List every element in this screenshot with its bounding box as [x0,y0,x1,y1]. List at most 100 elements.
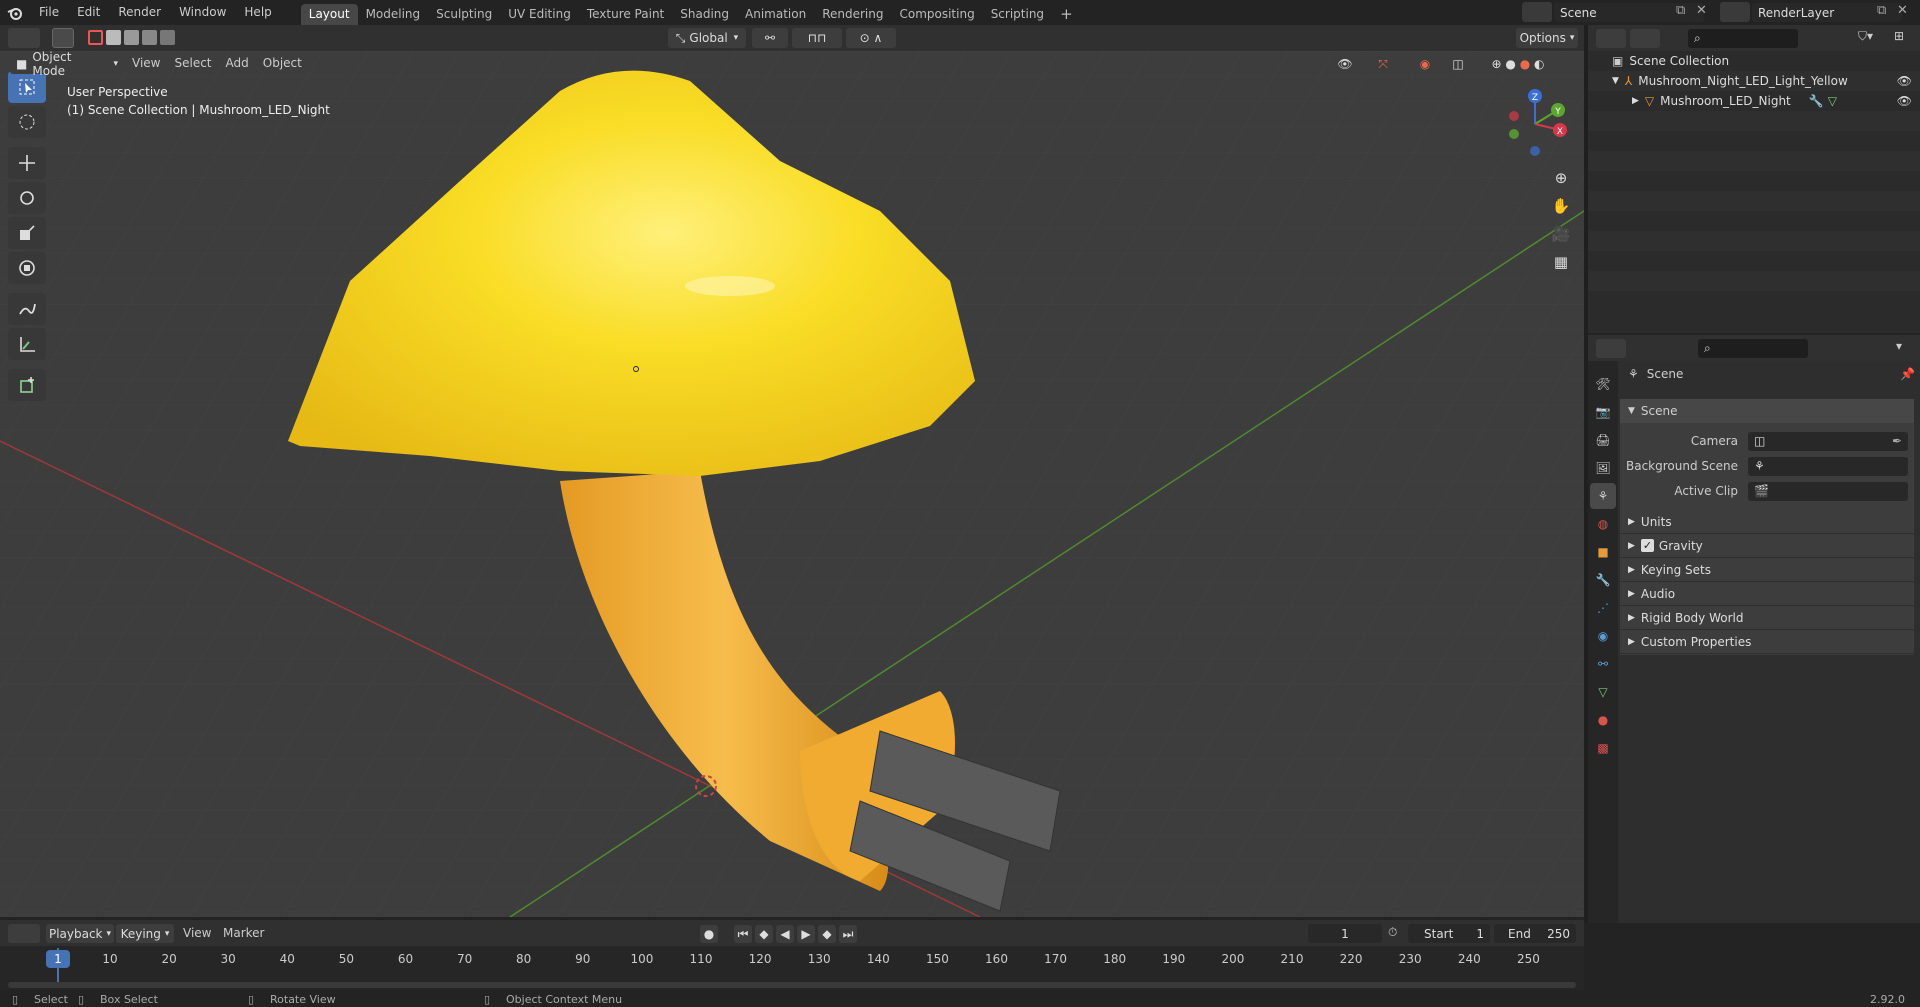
scene-copy-icon[interactable]: ⧉ [1676,3,1685,18]
shading-mode-buttons[interactable]: ⊕ ● ● ◐ [1472,54,1564,74]
menu-add[interactable]: Add [219,56,256,70]
tab-modeling[interactable]: Modeling [358,4,429,25]
play-reverse-icon[interactable]: ◀ [776,925,794,943]
scale-tool-icon[interactable] [8,217,46,249]
gravity-checkbox[interactable]: ✓ [1640,539,1654,552]
pin-icon[interactable]: 📌 [1900,367,1915,381]
menu-file[interactable]: File [30,0,68,25]
next-keyframe-icon[interactable]: ◆ [818,925,836,943]
filter-icon[interactable]: ⛉▾ [1858,29,1873,44]
tab-uv-editing[interactable]: UV Editing [500,4,579,25]
select-extend-icon[interactable] [106,30,121,45]
active-clip-field[interactable]: 🎬 [1748,481,1908,501]
annotate-tool-icon[interactable] [8,293,46,325]
menu-view[interactable]: View [125,56,167,70]
menu-edit[interactable]: Edit [68,0,109,25]
rotate-tool-icon[interactable] [8,182,46,214]
renderlayer-close-icon[interactable]: ✕ [1897,3,1908,18]
gizmo-toggle-icon[interactable]: ⤧ [1364,54,1402,74]
menu-help[interactable]: Help [235,0,280,25]
playback-dropdown[interactable]: Playback ▾ [46,924,114,943]
select-new-icon[interactable] [88,30,103,45]
outliner-row-light-collection[interactable]: ▼ ⅄ Mushroom_Night_LED_Light_Yellow 👁 [1588,71,1920,91]
camera-view-icon[interactable]: 🎥 [1550,225,1572,247]
constraints-tab-icon[interactable]: ⚯ [1590,651,1616,677]
rigid-body-world-subpanel[interactable]: ▶ Rigid Body World [1620,606,1914,630]
timeline-menu-view[interactable]: View [176,926,218,940]
measure-tool-icon[interactable] [8,328,46,360]
scene-type-button[interactable] [1522,2,1552,22]
physics-tab-icon[interactable]: ◉ [1590,623,1616,649]
menu-window[interactable]: Window [170,0,235,25]
transform-orientation-dropdown[interactable]: ⤡ Global ▾ [668,28,746,48]
renderlayer-type-button[interactable] [1720,2,1750,22]
tab-sculpting[interactable]: Sculpting [428,4,500,25]
tab-compositing[interactable]: Compositing [891,4,982,25]
current-frame-field[interactable]: 1 [1308,924,1382,943]
material-shading-icon[interactable]: ● [1520,57,1530,71]
outliner-row-mushroom-led[interactable]: ▶ ▽ Mushroom_LED_Night 🔧 ▽ 👁 [1588,91,1920,111]
world-tab-icon[interactable]: ◍ [1590,511,1616,537]
modifier-tab-icon[interactable]: 🔧 [1590,567,1616,593]
gravity-subpanel[interactable]: ▶ ✓ Gravity [1620,534,1914,558]
select-tool-icon[interactable] [52,28,74,48]
add-workspace-button[interactable]: + [1052,4,1081,25]
snap-button[interactable]: ⊓⊓ [792,28,842,48]
keying-dropdown[interactable]: Keying ▾ [116,924,174,943]
tab-scripting[interactable]: Scripting [983,4,1052,25]
editor-type-button[interactable] [8,28,40,48]
zoom-icon[interactable]: ⊕ [1550,169,1572,191]
wireframe-shading-icon[interactable]: ⊕ [1492,57,1502,71]
solid-shading-icon[interactable]: ● [1505,57,1515,71]
outliner-search-input[interactable]: ⌕ [1688,29,1798,48]
timeline-scrollbar[interactable] [8,982,1576,988]
blender-logo-icon[interactable] [0,6,30,20]
outliner-editor-type-button[interactable] [1596,29,1626,48]
data-tab-icon[interactable]: ▽ [1590,679,1616,705]
tab-layout[interactable]: Layout [300,4,358,25]
visibility-eye-icon[interactable]: 👁 [1897,74,1912,88]
new-collection-icon[interactable]: ⊞ [1894,29,1904,43]
tab-animation[interactable]: Animation [737,4,814,25]
navigation-gizmo[interactable]: Z Y X [1500,86,1570,161]
chevron-down-icon[interactable]: ▾ [1896,339,1902,353]
tool-tab-icon[interactable]: 🛠 [1590,371,1616,397]
add-cube-tool-icon[interactable] [8,369,46,401]
perspective-toggle-icon[interactable]: ▦ [1550,253,1572,275]
renderlayer-copy-icon[interactable]: ⧉ [1877,3,1886,18]
properties-search-input[interactable]: ⌕ [1698,339,1808,358]
properties-editor-type-button[interactable] [1596,339,1626,358]
playhead-frame-label[interactable]: 1 [46,950,70,968]
select-invert-icon[interactable] [142,30,157,45]
expand-arrow-icon[interactable]: ▼ [1612,76,1619,86]
jump-end-icon[interactable]: ⏭ [839,925,857,943]
tab-texture-paint[interactable]: Texture Paint [579,4,672,25]
prev-keyframe-icon[interactable]: ◆ [755,925,773,943]
select-intersect-icon[interactable] [160,30,175,45]
viewport-canvas[interactable] [0,51,1584,917]
pivot-point-button[interactable]: ⚯ [752,28,788,48]
proportional-edit-button[interactable]: ⊙ ∧ [846,28,896,48]
transform-tool-icon[interactable] [8,252,46,284]
camera-field[interactable]: ◫ ✒ [1748,431,1908,451]
particles-tab-icon[interactable]: ⋰ [1590,595,1616,621]
record-icon[interactable]: ● [700,925,718,943]
background-scene-field[interactable]: ⚘ [1748,456,1908,476]
3d-viewport[interactable]: User Perspective (1) Scene Collection | … [0,51,1584,917]
menu-select[interactable]: Select [167,56,218,70]
object-tab-icon[interactable]: ■ [1590,539,1616,565]
material-tab-icon[interactable]: ● [1590,707,1616,733]
pan-hand-icon[interactable]: ✋ [1550,197,1572,219]
timeline-menu-marker[interactable]: Marker [216,926,271,940]
cursor-tool-icon[interactable] [8,106,46,138]
play-icon[interactable]: ▶ [797,925,815,943]
eyedropper-icon[interactable]: ✒ [1892,434,1902,448]
menu-object[interactable]: Object [256,56,309,70]
visibility-eye-icon[interactable]: 👁 [1897,94,1912,108]
xray-toggle-icon[interactable]: ◫ [1448,54,1468,74]
scene-panel-header[interactable]: ▼ Scene [1620,399,1914,423]
view-layer-tab-icon[interactable]: 🖼 [1590,455,1616,481]
move-tool-icon[interactable] [8,147,46,179]
expand-arrow-icon[interactable]: ▶ [1632,96,1639,106]
custom-properties-subpanel[interactable]: ▶ Custom Properties [1620,630,1914,654]
